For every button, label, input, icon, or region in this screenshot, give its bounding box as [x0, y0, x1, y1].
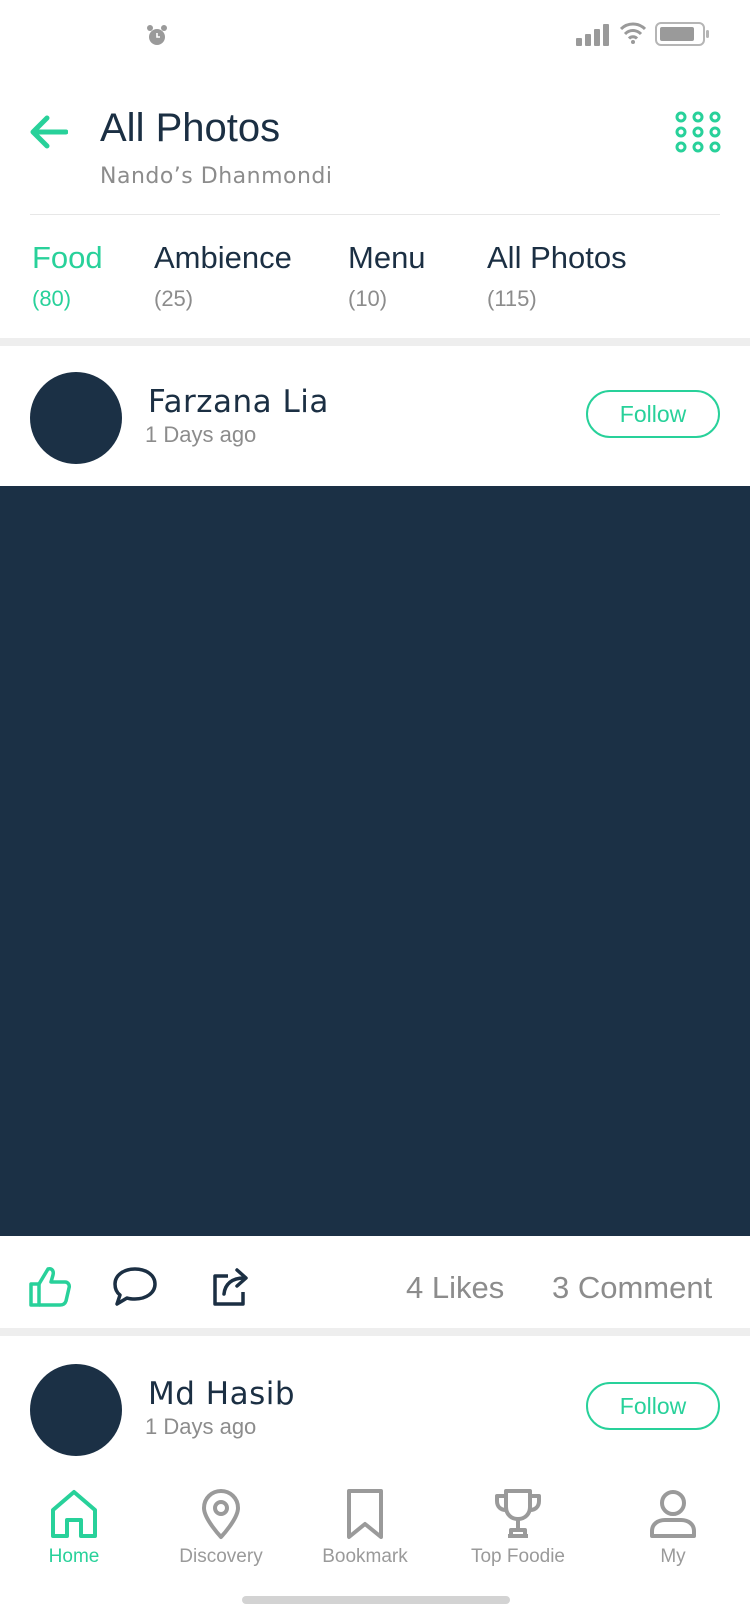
tab-count: (115)	[487, 286, 537, 311]
tab-food[interactable]: Food (80)	[32, 240, 103, 312]
tab-ambience[interactable]: Ambience (25)	[154, 240, 292, 312]
post-photo[interactable]	[0, 486, 750, 1236]
map-pin-icon	[202, 1489, 240, 1539]
grid-menu-button[interactable]	[674, 110, 722, 154]
tab-all-photos[interactable]: All Photos (115)	[487, 240, 627, 312]
nav-home[interactable]: Home	[9, 1488, 139, 1568]
battery-icon	[655, 22, 709, 46]
share-icon[interactable]	[210, 1264, 254, 1308]
tab-label: All Photos	[487, 240, 627, 275]
author-name[interactable]: Farzana Lia	[148, 384, 329, 420]
like-icon[interactable]	[28, 1266, 72, 1308]
user-icon	[650, 1490, 696, 1538]
post-time: 1 Days ago	[145, 1414, 257, 1439]
signal-icon	[576, 24, 609, 46]
avatar[interactable]	[30, 1364, 122, 1456]
author-name[interactable]: Md Hasib	[148, 1376, 295, 1412]
follow-button[interactable]: Follow	[586, 1382, 720, 1430]
comments-count[interactable]: 3 Comment	[552, 1270, 712, 1306]
comment-icon[interactable]	[112, 1266, 158, 1308]
home-icon	[51, 1490, 97, 1538]
arrow-left-icon	[30, 115, 69, 149]
follow-button[interactable]: Follow	[586, 390, 720, 438]
post-time: 1 Days ago	[145, 422, 257, 447]
section-divider	[0, 338, 750, 346]
nav-my[interactable]: My	[608, 1488, 738, 1568]
home-indicator	[242, 1596, 510, 1604]
nav-label: Discovery	[179, 1546, 263, 1567]
likes-count[interactable]: 4 Likes	[406, 1270, 504, 1306]
wifi-icon	[620, 22, 646, 44]
back-button[interactable]	[28, 112, 69, 152]
grid-dots-icon	[675, 111, 721, 153]
nav-label: Home	[48, 1546, 100, 1567]
tab-menu[interactable]: Menu (10)	[348, 240, 426, 312]
nav-label: Bookmark	[322, 1546, 408, 1567]
status-bar	[0, 0, 750, 70]
tab-count: (10)	[348, 286, 388, 311]
nav-discovery[interactable]: Discovery	[156, 1488, 286, 1568]
nav-label: Top Foodie	[470, 1546, 565, 1567]
section-divider	[0, 1328, 750, 1336]
nav-bookmark[interactable]: Bookmark	[300, 1488, 430, 1568]
nav-top-foodie[interactable]: Top Foodie	[453, 1488, 583, 1568]
tab-label: Menu	[348, 240, 426, 275]
tab-label: Food	[32, 240, 103, 275]
bookmark-icon	[347, 1489, 383, 1539]
page-title: All Photos	[100, 106, 281, 150]
avatar[interactable]	[30, 372, 122, 464]
alarm-icon	[147, 25, 167, 45]
trophy-icon	[495, 1489, 541, 1538]
tab-count: (80)	[32, 286, 72, 311]
nav-label: My	[660, 1546, 686, 1567]
header-divider	[30, 214, 720, 215]
tab-label: Ambience	[154, 240, 292, 275]
restaurant-name: Nando’s Dhanmondi	[100, 164, 333, 189]
tab-count: (25)	[154, 286, 194, 311]
